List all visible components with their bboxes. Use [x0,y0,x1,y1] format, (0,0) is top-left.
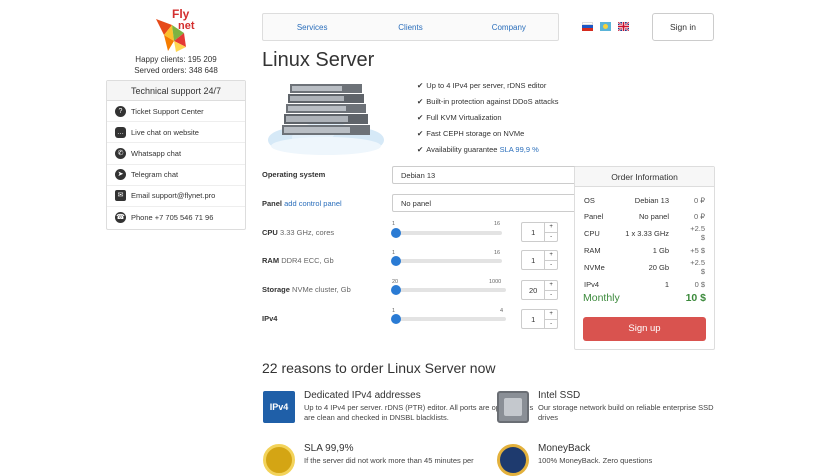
nav-company[interactable]: Company [460,14,558,40]
happy-clients: Happy clients: 195 209 [135,55,217,64]
decrement-button[interactable]: - [545,320,557,329]
cpu-stepper[interactable]: 1 + - [521,222,558,242]
support-item-label: Ticket Support Center [131,106,204,116]
monthly-total: 10 $ [685,292,706,304]
feature-item: ✔ Full KVM Virtualization [417,113,502,122]
reason-item: Intel SSD Our storage network build on re… [538,390,714,422]
support-item-label: Email support@flynet.pro [131,191,216,201]
server-illustration [264,80,386,156]
ipv4-max: 4 [500,308,504,314]
question-icon: ? [115,105,126,117]
feature-item: ✔ Up to 4 IPv4 per server, rDNS editor [417,81,547,90]
page-title: Linux Server [262,49,375,71]
monthly-label: Monthly [583,292,620,304]
phone-icon: ☎ [115,212,126,224]
nav-services[interactable]: Services [263,14,361,40]
storage-label: Storage NVMe cluster, Gb [262,285,351,294]
cpu-slider[interactable] [391,228,502,238]
order-row: IPv4 1 0 $ [584,279,705,289]
ram-slider[interactable] [391,256,502,266]
reason-item: MoneyBack 100% MoneyBack. Zero questions [538,443,653,465]
logo-text-top: Fly [172,7,190,21]
support-item-email[interactable]: ✉ Email support@flynet.pro [107,186,245,207]
flag-ru-icon[interactable] [582,22,593,31]
support-item-whatsapp[interactable]: ✆ Whatsapp chat [107,143,245,165]
ipv4-label: IPv4 [262,314,278,323]
decrement-button[interactable]: - [545,233,557,242]
support-item-label: Live chat on website [131,127,199,137]
sign-up-button[interactable]: Sign up [583,317,706,341]
support-item-label: Phone +7 705 546 71 96 [131,213,214,223]
reasons-title: 22 reasons to order Linux Server now [262,360,496,376]
sign-in-button[interactable]: Sign in [652,13,714,41]
increment-button[interactable]: + [545,251,557,261]
ipv4-icon: IPv4 [263,391,295,423]
served-orders: Served orders: 348 648 [134,66,218,75]
os-label: Operating system [262,170,326,179]
storage-slider-handle[interactable] [391,285,401,295]
support-item-phone[interactable]: ☎ Phone +7 705 546 71 96 [107,207,245,228]
storage-stepper[interactable]: 20 + - [521,280,558,300]
support-item-telegram[interactable]: ➤ Telegram chat [107,165,245,186]
cpu-slider-handle[interactable] [391,228,401,238]
os-select[interactable]: Debian 13 [392,166,582,184]
decrement-button[interactable]: - [545,291,557,300]
whatsapp-icon: ✆ [115,147,126,159]
sla-link[interactable]: SLA 99,9 % [500,145,539,154]
nav-clients[interactable]: Clients [361,14,459,40]
increment-button[interactable]: + [545,281,557,291]
support-panel: Technical support 24/7 ? Ticket Support C… [106,80,246,230]
support-title: Technical support 24/7 [107,81,245,101]
order-row: NVMe 20 Gb +2.5 $ [584,258,705,276]
flag-en-icon[interactable] [618,22,629,31]
order-row: CPU 1 x 3.33 GHz +2.5 $ [584,224,705,242]
feature-item-sla: ✔ Availability guarantee SLA 99,9 % [417,145,539,154]
increment-button[interactable]: + [545,223,557,233]
support-item-ticket[interactable]: ? Ticket Support Center [107,101,245,123]
order-row: OS Debian 13 0 ₽ [584,195,705,205]
flag-kz-icon[interactable] [600,22,611,31]
telegram-icon: ➤ [115,169,126,181]
sla-badge-icon [263,444,295,476]
decrement-button[interactable]: - [545,261,557,270]
main-nav: Services Clients Company [262,13,559,41]
logo-text-bottom: net [178,20,195,32]
stats: Happy clients: 195 209 Served orders: 34… [106,54,246,76]
ipv4-slider[interactable] [391,314,506,324]
support-item-label: Whatsapp chat [131,148,182,158]
ipv4-slider-handle[interactable] [391,314,401,324]
add-panel-link[interactable]: add control panel [284,199,342,208]
ssd-icon [497,391,529,423]
storage-max: 1000 [489,279,502,285]
moneyback-badge-icon [497,444,529,476]
increment-button[interactable]: + [545,310,557,320]
ram-max: 16 [494,250,501,256]
cpu-min: 1 [392,221,396,227]
cpu-max: 16 [494,221,501,227]
flynet-logo[interactable]: Fly net [150,5,200,53]
order-row: Panel No panel 0 ₽ [584,211,705,221]
chat-icon: … [115,126,126,138]
ram-slider-handle[interactable] [391,256,401,266]
storage-slider[interactable] [391,285,506,295]
cpu-label: CPU 3.33 GHz, cores [262,228,335,237]
order-row: RAM 1 Gb +5 $ [584,245,705,255]
feature-item: ✔ Built-in protection against DDoS attack… [417,97,559,106]
ram-label: RAM DDR4 ECC, Gb [262,256,334,265]
ipv4-stepper[interactable]: 1 + - [521,309,558,329]
feature-item: ✔ Fast CEPH storage on NVMe [417,129,525,138]
support-item-label: Telegram chat [131,170,179,180]
mail-icon: ✉ [115,190,126,202]
panel-label: Panel add control panel [262,199,342,208]
ram-stepper[interactable]: 1 + - [521,250,558,270]
order-title: Order Information [575,167,714,187]
support-item-livechat[interactable]: … Live chat on website [107,122,245,144]
panel-select[interactable]: No panel [392,194,582,212]
